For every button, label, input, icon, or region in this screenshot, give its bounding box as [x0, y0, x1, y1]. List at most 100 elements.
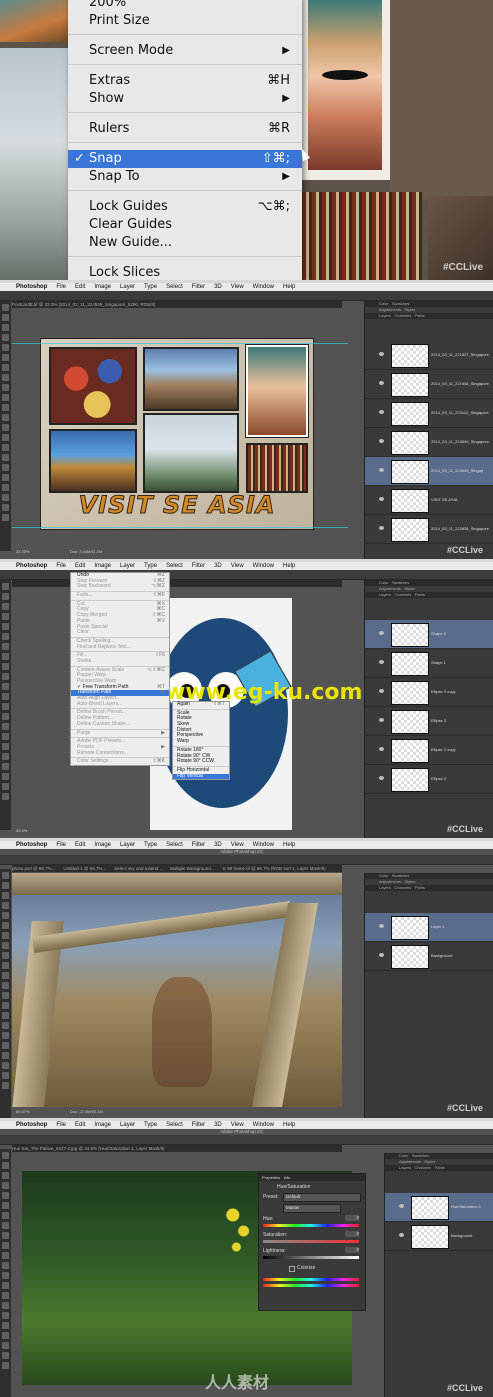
menu-item-rulers[interactable]: Rulers ⌘R	[68, 120, 302, 138]
menubar-item[interactable]: Filter	[192, 563, 205, 569]
menubar-item[interactable]: Photoshop	[16, 284, 47, 290]
menubar-item[interactable]: Window	[253, 842, 274, 848]
layer-row[interactable]: Ellipse 2 copy	[365, 736, 493, 765]
tool-icon[interactable]	[2, 1262, 9, 1269]
layer-row[interactable]: VISIT SE ASIA	[365, 486, 493, 515]
edit-menu-item[interactable]: Stroke...	[71, 658, 169, 665]
tool-icon[interactable]	[2, 344, 9, 351]
tool-icon[interactable]	[2, 1332, 9, 1339]
tool-icon[interactable]	[2, 723, 9, 730]
menubar-item[interactable]: Photoshop	[16, 563, 47, 569]
tool-icon[interactable]	[2, 404, 9, 411]
tool-icon[interactable]	[2, 514, 9, 521]
visibility-eye-icon[interactable]	[379, 689, 384, 693]
menubar-item[interactable]: Help	[283, 563, 295, 569]
menubar-item[interactable]: 3D	[214, 284, 222, 290]
tool-icon[interactable]	[2, 643, 9, 650]
visibility-eye-icon[interactable]	[379, 410, 384, 414]
menubar-item[interactable]: Help	[283, 842, 295, 848]
menubar-item[interactable]: Select	[166, 563, 183, 569]
visibility-eye-icon[interactable]	[379, 381, 384, 385]
channel-select[interactable]: Master	[283, 1204, 341, 1213]
menu-item-200[interactable]: 200%	[68, 0, 302, 12]
hue-value[interactable]: 0	[345, 1215, 359, 1221]
tool-icon[interactable]	[2, 653, 9, 660]
tool-icon[interactable]	[2, 1052, 9, 1059]
visibility-eye-icon[interactable]	[379, 439, 384, 443]
layer-row[interactable]: Background	[365, 942, 493, 971]
tool-icon[interactable]	[2, 484, 9, 491]
tool-icon[interactable]	[2, 1312, 9, 1319]
tool-icon[interactable]	[2, 1032, 9, 1039]
tool-icon[interactable]	[2, 474, 9, 481]
visibility-eye-icon[interactable]	[399, 1233, 404, 1237]
saturation-slider[interactable]	[263, 1240, 359, 1243]
tool-icon[interactable]	[2, 872, 9, 879]
menu-item-new-guide[interactable]: New Guide...	[68, 234, 302, 252]
layer-row[interactable]: Shape 1	[365, 649, 493, 678]
tool-icon[interactable]	[2, 902, 9, 909]
tool-icon[interactable]	[2, 972, 9, 979]
menubar-item[interactable]: Type	[144, 284, 157, 290]
document-tab[interactable]: Multiple Background...	[170, 866, 215, 871]
visibility-eye-icon[interactable]	[399, 1204, 404, 1208]
layer-row[interactable]: Shape 2	[365, 620, 493, 649]
menubar-item[interactable]: Filter	[192, 284, 205, 290]
layer-row[interactable]: Layer 1	[365, 913, 493, 942]
tool-icon[interactable]	[2, 912, 9, 919]
tool-icon[interactable]	[2, 1002, 9, 1009]
tool-icon[interactable]	[2, 1292, 9, 1299]
visibility-eye-icon[interactable]	[379, 468, 384, 472]
tool-icon[interactable]	[2, 1152, 9, 1159]
menu-item-screen-mode[interactable]: Screen Mode ▶	[68, 42, 302, 60]
menubar-item[interactable]: Edit	[75, 842, 85, 848]
tool-icon[interactable]	[2, 623, 9, 630]
menubar-item[interactable]: Select	[166, 842, 183, 848]
tool-icon[interactable]	[2, 304, 9, 311]
layer-row[interactable]: 2014_03_11_221448_Singapore	[365, 370, 493, 399]
menu-item-snap[interactable]: ✓ Snap ⇧⌘;	[68, 150, 302, 168]
tool-icon[interactable]	[2, 1282, 9, 1289]
menubar-item[interactable]: File	[56, 284, 66, 290]
tool-icon[interactable]	[2, 324, 9, 331]
preset-select[interactable]: Default	[283, 1193, 361, 1202]
visibility-eye-icon[interactable]	[379, 718, 384, 722]
tool-icon[interactable]	[2, 384, 9, 391]
menubar-item[interactable]: Image	[94, 842, 111, 848]
hue-slider[interactable]	[263, 1224, 359, 1227]
visibility-eye-icon[interactable]	[379, 526, 384, 530]
document-tab[interactable]: G 99 frame.tif @ 66.7% (RGB sort 1, Laye…	[223, 866, 326, 871]
menubar-item[interactable]: Window	[253, 1122, 274, 1128]
tool-icon[interactable]	[2, 1162, 9, 1169]
tool-icon[interactable]	[2, 783, 9, 790]
tool-icon[interactable]	[2, 703, 9, 710]
layer-row[interactable]: Background	[385, 1222, 493, 1251]
edit-menu-item[interactable]: Purge ▶	[71, 730, 169, 737]
edit-menu-item[interactable]: Clear	[71, 629, 169, 636]
layer-row[interactable]: 2014_03_11_223112_Singapore	[365, 399, 493, 428]
document-tab[interactable]: OWL_layers.psd @ 33.4% (Shape 2, RGB/8)	[12, 580, 342, 587]
tool-icon[interactable]	[2, 424, 9, 431]
tool-icon[interactable]	[2, 354, 9, 361]
menubar-item[interactable]: Type	[144, 563, 157, 569]
document-tab[interactable]: Untitled-1 @ 66.7%...	[63, 866, 106, 871]
menubar-item[interactable]: Window	[253, 284, 274, 290]
tool-icon[interactable]	[2, 394, 9, 401]
layer-row[interactable]: 2014_03_11_221527_Singapore	[365, 341, 493, 370]
document-tab[interactable]: PostcardE.tif @ 33.3% (2014_03_11_224549…	[12, 301, 342, 308]
menubar-item[interactable]: Layer	[120, 842, 135, 848]
layer-row[interactable]: Ellipse 3 copy	[365, 678, 493, 707]
document-tab[interactable]: Hue Sat_The Palace_6227-2.jpg @ 43.8% (H…	[12, 1145, 342, 1152]
menubar-item[interactable]: Help	[283, 1122, 295, 1128]
edit-menu-item[interactable]: Define Custom Shape...	[71, 721, 169, 728]
tool-icon[interactable]	[2, 364, 9, 371]
layer-row[interactable]: Ellipse 3	[365, 707, 493, 736]
tool-icon[interactable]	[2, 1182, 9, 1189]
tool-icon[interactable]	[2, 753, 9, 760]
visibility-eye-icon[interactable]	[379, 747, 384, 751]
edit-menu-item[interactable]: Find and Replace Text...	[71, 644, 169, 651]
menubar-item[interactable]: Photoshop	[16, 842, 47, 848]
tool-icon[interactable]	[2, 673, 9, 680]
tool-icon[interactable]	[2, 444, 9, 451]
tool-icon[interactable]	[2, 1342, 9, 1349]
